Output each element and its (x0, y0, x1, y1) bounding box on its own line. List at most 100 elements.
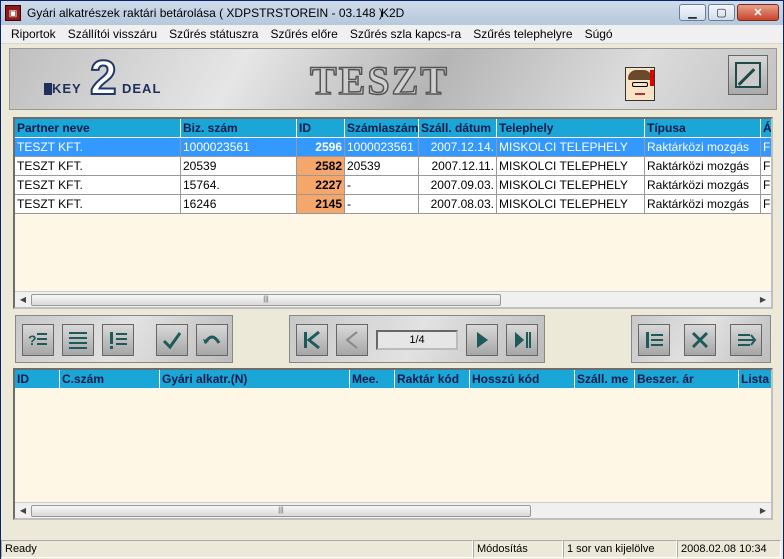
maximize-button[interactable]: ▢ (708, 4, 735, 21)
list-view-icon (69, 332, 87, 349)
cell-szamla: 20539 (345, 157, 419, 176)
undo-button[interactable] (196, 324, 228, 356)
cell-partner: TESZT KFT. (15, 176, 181, 195)
col-c-szam[interactable]: C.szám (60, 370, 160, 388)
import-button[interactable] (638, 324, 670, 356)
col-lista[interactable]: Lista (739, 370, 771, 388)
import-icon (646, 332, 663, 348)
menu-szures-szla-kapcs[interactable]: Szűrés szla kapcs-ra (344, 27, 467, 41)
status-text: Ready (1, 540, 473, 558)
cell-datum: 2007.12.11. (419, 157, 497, 176)
list-view-button[interactable] (62, 324, 94, 356)
col-gyari-alkatr[interactable]: Gyári alkatr.(N) (160, 370, 350, 388)
col-a[interactable]: Á (761, 119, 771, 137)
cell-datum: 2007.08.03. (419, 195, 497, 214)
cell-biz: 16246 (181, 195, 297, 214)
parts-grid-header: ID C.szám Gyári alkatr.(N) Mee. Raktár k… (15, 370, 771, 388)
menu-riportok[interactable]: Riportok (5, 27, 62, 41)
col-id[interactable]: ID (297, 119, 345, 137)
menu-szures-statuszra[interactable]: Szűrés státuszra (163, 27, 264, 41)
table-row[interactable]: TESZT KFT. 1000023561 2596 1000023561 20… (15, 138, 771, 157)
status-selection: 1 sor van kijelölve (563, 540, 677, 558)
scroll-right-icon[interactable]: ▶ (755, 292, 771, 308)
window-title: Gyári alkatrészek raktári betárolása ( X… (27, 6, 383, 20)
scroll-thumb[interactable]: ||| (31, 504, 531, 517)
col-szamlaszam[interactable]: Számlaszám (345, 119, 419, 137)
documents-hscrollbar[interactable]: ◀ ||| ▶ (15, 291, 771, 307)
app-code: K2D (381, 6, 405, 20)
cell-biz: 15764. (181, 176, 297, 195)
col-partner-neve[interactable]: Partner neve (15, 119, 181, 137)
table-row[interactable]: TESZT KFT. 20539 2582 20539 2007.12.11. … (15, 157, 771, 176)
minimize-button[interactable]: ▁ (679, 4, 706, 21)
cell-telephely: MISKOLCI TELEPHELY (497, 176, 645, 195)
cell-telephely: MISKOLCI TELEPHELY (497, 195, 645, 214)
cell-szamla: 1000023561 (345, 138, 419, 157)
export-button[interactable] (730, 324, 762, 356)
cell-a: F (761, 176, 771, 195)
col-szall-datum[interactable]: Száll. dátum (419, 119, 497, 137)
col-beszer-ar[interactable]: Beszer. ár (635, 370, 739, 388)
last-record-button[interactable] (506, 324, 538, 356)
record-counter: 1/4 (376, 330, 458, 350)
menu-bar: Riportok Szállítói visszáru Szűrés státu… (1, 25, 783, 44)
col-hosszu-kod[interactable]: Hosszú kód (470, 370, 575, 388)
status-datetime: 2008.02.08 10:34 (677, 540, 781, 558)
documents-grid[interactable]: Partner neve Biz. szám ID Számlaszám Szá… (13, 117, 773, 309)
scroll-left-icon[interactable]: ◀ (15, 503, 31, 519)
app-icon[interactable]: ▣ (5, 5, 21, 21)
col-biz-szam[interactable]: Biz. szám (181, 119, 297, 137)
query-list-button[interactable]: ? (22, 324, 54, 356)
navigation-toolbar: 1/4 (289, 315, 545, 363)
menu-szures-elore[interactable]: Szűrés előre (264, 27, 343, 41)
first-record-icon (304, 330, 320, 350)
close-button[interactable]: ✕ (737, 4, 779, 21)
col-telephely[interactable]: Telephely (497, 119, 645, 137)
main-window: ▣ Gyári alkatrészek raktári betárolása (… (0, 0, 784, 559)
parts-grid[interactable]: ID C.szám Gyári alkatr.(N) Mee. Raktár k… (13, 368, 773, 520)
table-row[interactable]: TESZT KFT. 16246 2145 - 2007.08.03. MISK… (15, 195, 771, 214)
parts-hscrollbar[interactable]: ◀ ||| ▶ (15, 502, 771, 518)
key2deal-logo: KEY 2 DEAL (44, 54, 174, 104)
documents-grid-header: Partner neve Biz. szám ID Számlaszám Szá… (15, 119, 771, 137)
scroll-left-icon[interactable]: ◀ (15, 292, 31, 308)
cell-tipus: Raktárközi mozgás (645, 176, 761, 195)
cell-partner: TESZT KFT. (15, 138, 181, 157)
action-toolbar-right (631, 315, 771, 363)
status-mode: Módosítás (473, 540, 563, 558)
status-bar: Ready Módosítás 1 sor van kijelölve 2008… (1, 539, 783, 559)
maximize-icon: ▢ (716, 7, 727, 19)
detail-list-icon (110, 332, 127, 349)
cell-szamla: - (345, 195, 419, 214)
title-bar: ▣ Gyári alkatrészek raktári betárolása (… (1, 1, 783, 25)
col-id[interactable]: ID (15, 370, 60, 388)
next-record-button[interactable] (466, 324, 498, 356)
edit-button[interactable] (728, 55, 768, 95)
cell-biz: 1000023561 (181, 138, 297, 157)
cancel-button[interactable] (684, 324, 716, 356)
detail-list-button[interactable] (102, 324, 134, 356)
menu-szallitoi-visszaru[interactable]: Szállítói visszáru (62, 27, 163, 41)
menu-szures-telephelyre[interactable]: Szűrés telephelyre (467, 27, 578, 41)
approve-button[interactable] (156, 324, 188, 356)
first-record-button[interactable] (296, 324, 328, 356)
cell-telephely: MISKOLCI TELEPHELY (497, 138, 645, 157)
col-szall-me[interactable]: Száll. me (575, 370, 635, 388)
scroll-right-icon[interactable]: ▶ (755, 503, 771, 519)
cell-id: 2227 (297, 176, 345, 195)
cell-tipus: Raktárközi mozgás (645, 157, 761, 176)
cell-partner: TESZT KFT. (15, 157, 181, 176)
scroll-thumb[interactable]: ||| (31, 293, 501, 306)
col-raktar-kod[interactable]: Raktár kód (395, 370, 470, 388)
previous-record-button[interactable] (336, 324, 368, 356)
approve-icon (162, 332, 182, 350)
col-tipusa[interactable]: Típusa (645, 119, 761, 137)
cell-biz: 20539 (181, 157, 297, 176)
menu-sugo[interactable]: Súgó (579, 27, 619, 41)
close-icon: ✕ (753, 7, 763, 19)
col-mee[interactable]: Mee. (350, 370, 395, 388)
cell-telephely: MISKOLCI TELEPHELY (497, 157, 645, 176)
table-row[interactable]: TESZT KFT. 15764. 2227 - 2007.09.03. MIS… (15, 176, 771, 195)
user-avatar-icon[interactable] (625, 67, 655, 101)
cell-id: 2596 (297, 138, 345, 157)
